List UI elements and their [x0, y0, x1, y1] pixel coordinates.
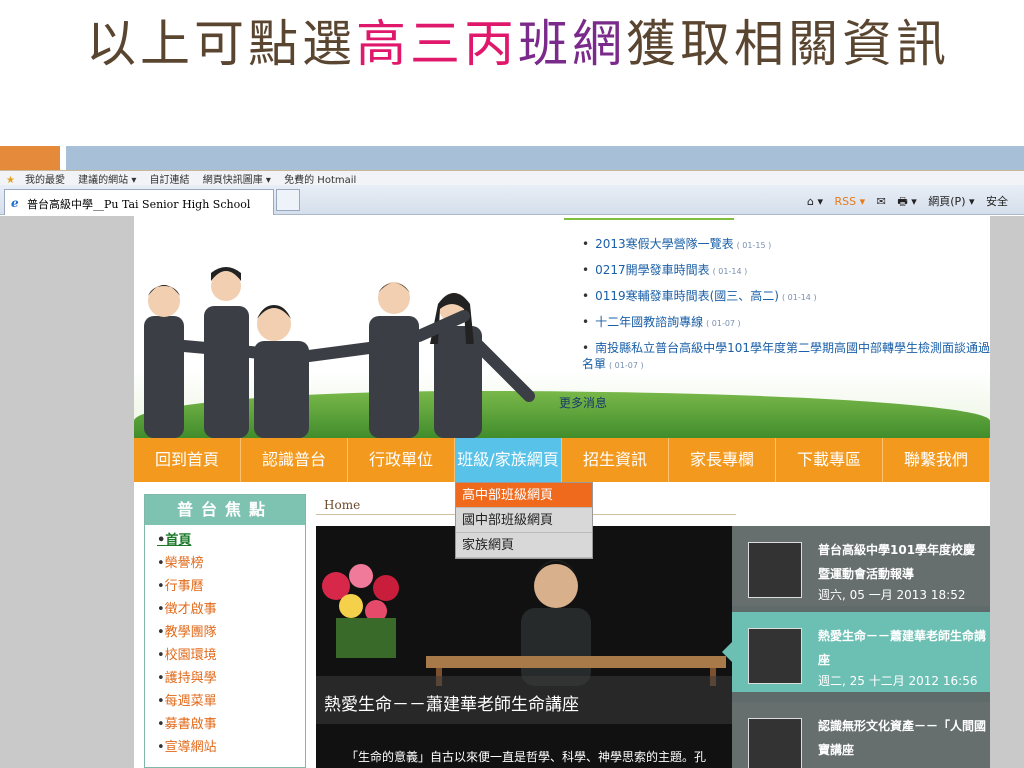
news-header-line [564, 216, 734, 220]
command-bar: ⌂ ▾ RSS ▾ ✉ 🖶 ▾ 網頁(P) ▾ 安全 [799, 193, 1008, 212]
feature-subtext: 「生命的意義」自古以來便一直是哲學、科學、神學思索的主題。孔 [346, 750, 707, 764]
fav-item-0[interactable]: 我的最愛 [25, 175, 65, 185]
slide-title: 以上可點選高三丙班網獲取相關資訊 [86, 8, 986, 80]
flowers-image [322, 564, 399, 658]
breadcrumb[interactable]: Home [324, 498, 360, 512]
sidebar-item-team[interactable]: •教學團隊 [157, 621, 305, 644]
tab-bar: e 普台高級中學__Pu Tai Senior High School ⌂ ▾ … [0, 185, 1024, 215]
news-card-thumbnail [748, 628, 802, 684]
nav-about[interactable]: 認識普台 [241, 438, 348, 482]
sidebar-item-menu[interactable]: •每週菜單 [157, 690, 305, 713]
news-card-thumbnail [748, 718, 802, 768]
feature-caption[interactable]: 熱愛生命－－蕭建華老師生命講座 [324, 690, 579, 715]
focus-sidebar: 普台焦點 •首頁 •榮譽榜 •行事曆 •徵才啟事 •教學團隊 •校園環境 •護持… [144, 494, 306, 768]
page-menu[interactable]: 網頁(P) ▾ [928, 195, 974, 208]
fav-item-2[interactable]: 自訂連結 [150, 175, 190, 185]
news-item[interactable]: • 0217開學發車時間表( 01-14 ) [582, 262, 990, 280]
nav-downloads[interactable]: 下載專區 [776, 438, 883, 482]
browser-screenshot: ★ 我的最愛 建議的網站 ▾ 自訂連結 網頁快訊圖庫 ▾ 免費的 Hotmail … [0, 171, 1024, 768]
active-card-arrow [722, 642, 732, 662]
decor-orange-bar [0, 146, 60, 170]
fav-item-1[interactable]: 建議的網站 ▾ [78, 175, 136, 185]
news-card-title: 普台高級中學101學年度校慶暨運動會活動報導 [818, 543, 976, 581]
decor-blue-bar [66, 146, 1024, 170]
news-card-date: 週六, 05 一月 2013 18:52 [818, 588, 966, 602]
feeds-icon[interactable]: RSS ▾ [835, 195, 866, 208]
title-part2: 獲取相關資訊 [626, 15, 950, 73]
dropdown-senior-class-pages[interactable]: 高中部班級網頁 [456, 483, 592, 508]
news-item[interactable]: • 南投縣私立普台高級中學101學年度第二學期高國中部轉學生檢測面談通過名單( 0… [582, 340, 990, 374]
featured-slide[interactable]: 熱愛生命－－蕭建華老師生命講座 「生命的意義」自古以來便一直是哲學、科學、神學思… [316, 526, 732, 768]
ie-icon: e [11, 196, 19, 210]
safety-menu[interactable]: 安全 [986, 195, 1008, 208]
students-photo [144, 267, 535, 438]
new-tab-button[interactable] [276, 189, 300, 211]
school-website: • 2013寒假大學營隊一覽表( 01-15 ) • 0217開學發車時間表( 01… [134, 216, 990, 768]
sidebar-list: •首頁 •榮譽榜 •行事曆 •徵才啟事 •教學團隊 •校園環境 •護持與學 •每… [145, 525, 305, 759]
news-card[interactable]: 普台高級中學101學年度校慶暨運動會活動報導 週六, 05 一月 2013 18… [732, 526, 990, 606]
main-nav: 回到首頁 認識普台 行政單位 班級/家族網頁 招生資訊 家長專欄 下載專區 聯繫… [134, 438, 990, 482]
nav-admin[interactable]: 行政單位 [348, 438, 455, 482]
nav-contact[interactable]: 聯繫我們 [883, 438, 990, 482]
favorites-bar: ★ 我的最愛 建議的網站 ▾ 自訂連結 網頁快訊圖庫 ▾ 免費的 Hotmail [0, 171, 1024, 185]
banner: • 2013寒假大學營隊一覽表( 01-15 ) • 0217開學發車時間表( 01… [134, 216, 990, 438]
news-card-active[interactable]: 熱愛生命－－蕭建華老師生命講座 週二, 25 十二月 2012 16:56 [722, 612, 990, 692]
nav-class-pages[interactable]: 班級/家族網頁 [455, 438, 562, 482]
sidebar-title: 普台焦點 [145, 495, 305, 525]
news-cards: 普台高級中學101學年度校慶暨運動會活動報導 週六, 05 一月 2013 18… [722, 526, 990, 768]
tab-title: 普台高級中學__Pu Tai Senior High School [27, 198, 251, 211]
sidebar-item-home[interactable]: •首頁 [157, 529, 305, 552]
nav-admissions[interactable]: 招生資訊 [562, 438, 669, 482]
more-news-link[interactable]: 更多消息 [559, 394, 607, 411]
favorites-star-icon[interactable]: ★ [6, 175, 15, 185]
title-highlight-class: 高三丙 [356, 15, 518, 73]
fav-item-3[interactable]: 網頁快訊圖庫 ▾ [203, 175, 271, 185]
nav-home[interactable]: 回到首頁 [134, 438, 241, 482]
dropdown-family-pages[interactable]: 家族網頁 [456, 533, 592, 558]
nav-parents[interactable]: 家長專欄 [669, 438, 776, 482]
news-item[interactable]: • 十二年國教諮詢專線( 01-07 ) [582, 314, 990, 332]
news-list: • 2013寒假大學營隊一覽表( 01-15 ) • 0217開學發車時間表( 01… [582, 236, 990, 382]
title-part1: 以上可點選 [86, 15, 356, 73]
class-pages-dropdown: 高中部班級網頁 國中部班級網頁 家族網頁 [455, 482, 593, 559]
sidebar-item-promo-sites[interactable]: •宣導網站 [157, 736, 305, 759]
fav-item-4[interactable]: 免費的 Hotmail [284, 175, 356, 185]
news-card-thumbnail [748, 542, 802, 598]
sidebar-item-support[interactable]: •護持與學 [157, 667, 305, 690]
news-card-title: 熱愛生命－－蕭建華老師生命講座 [818, 629, 987, 667]
print-icon[interactable]: 🖶 ▾ [897, 195, 916, 208]
news-card[interactable]: 認識無形文化資產－－「人間國寶講座 [732, 702, 990, 768]
dropdown-junior-class-pages[interactable]: 國中部班級網頁 [456, 508, 592, 533]
mail-icon[interactable]: ✉ [877, 195, 886, 208]
news-card-title: 認識無形文化資產－－「人間國寶講座 [818, 719, 987, 757]
news-card-date: 週二, 25 十二月 2012 16:56 [818, 674, 978, 688]
sidebar-item-book-donation[interactable]: •募書啟事 [157, 713, 305, 736]
sidebar-item-campus[interactable]: •校園環境 [157, 644, 305, 667]
sidebar-item-calendar[interactable]: •行事曆 [157, 575, 305, 598]
home-icon[interactable]: ⌂ ▾ [807, 195, 823, 208]
news-item[interactable]: • 0119寒輔發車時間表(國三、高二)( 01-14 ) [582, 288, 990, 306]
news-item[interactable]: • 2013寒假大學營隊一覽表( 01-15 ) [582, 236, 990, 254]
sidebar-item-jobs[interactable]: •徵才啟事 [157, 598, 305, 621]
browser-tab[interactable]: e 普台高級中學__Pu Tai Senior High School [4, 189, 274, 215]
title-highlight-web: 班網 [518, 15, 626, 73]
sidebar-item-honors[interactable]: •榮譽榜 [157, 552, 305, 575]
